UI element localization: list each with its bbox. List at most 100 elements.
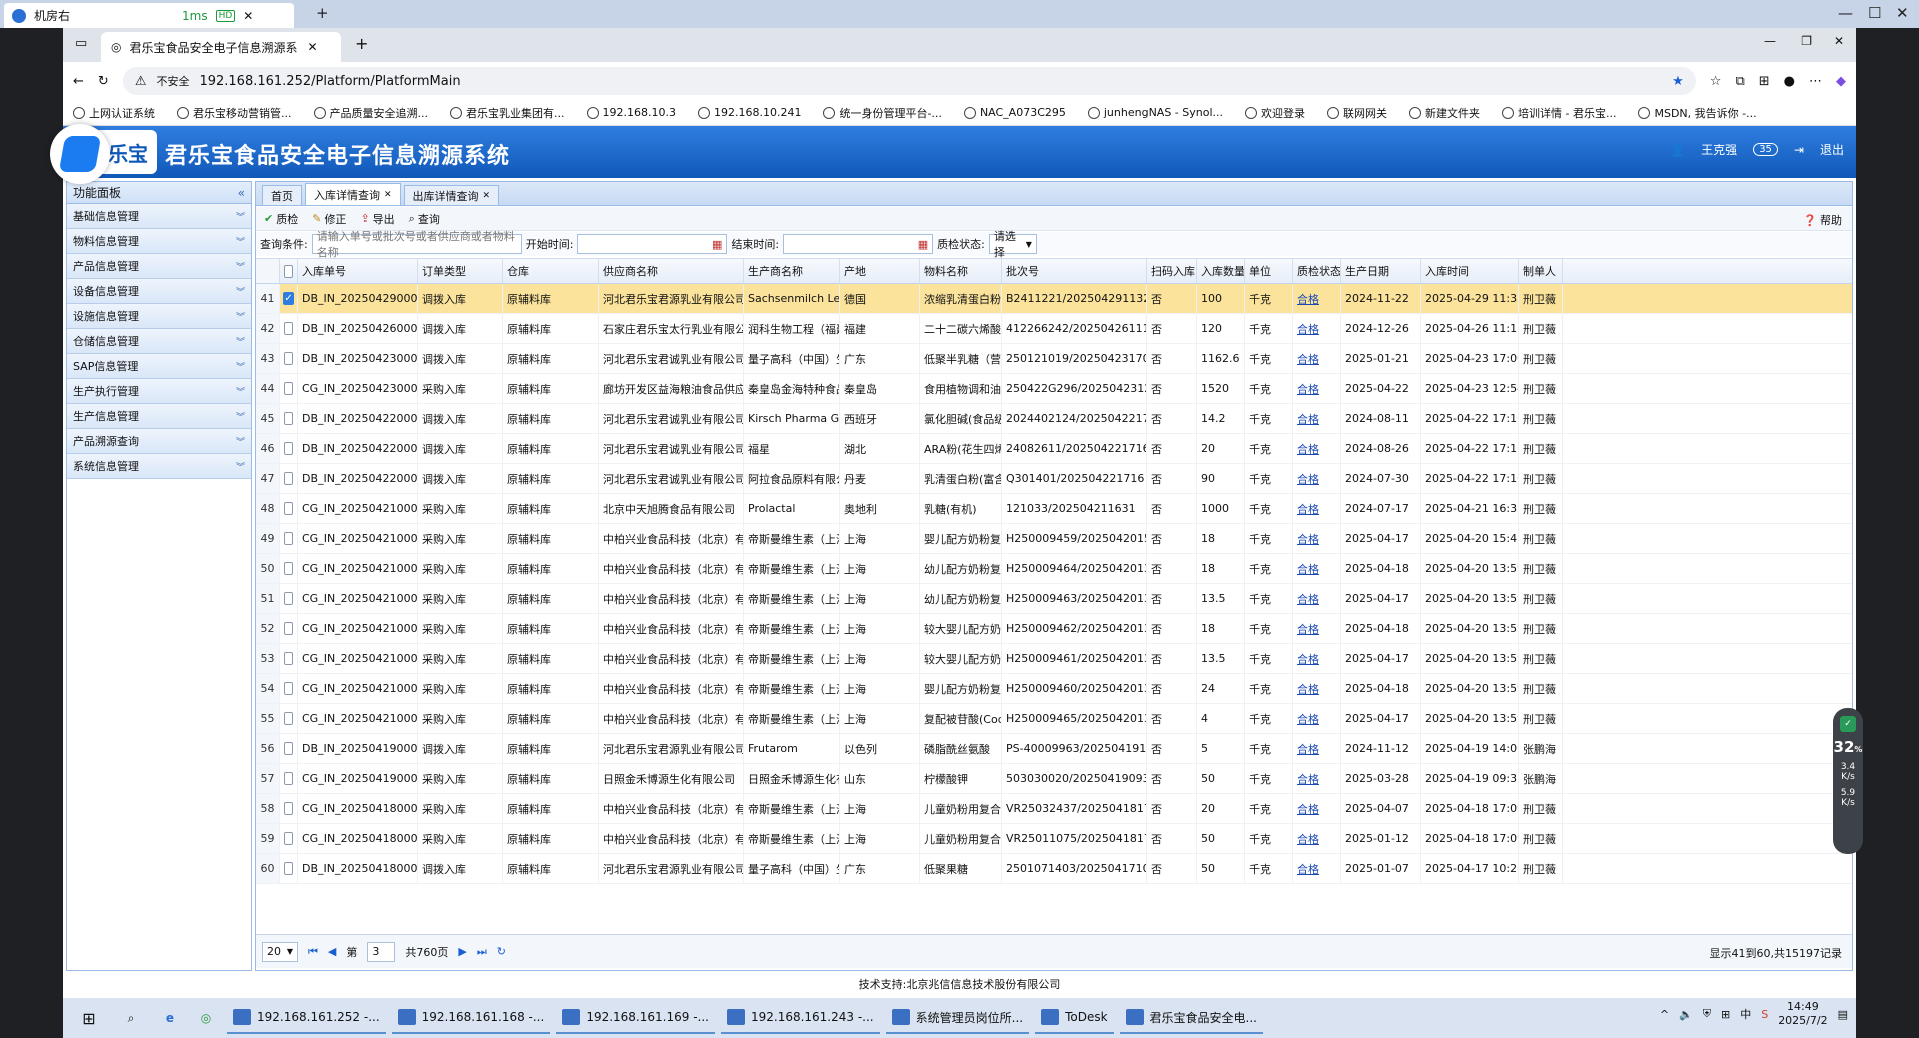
page-tab[interactable]: 首页	[262, 185, 302, 205]
status-select[interactable]: 请选择 ▼	[988, 230, 1037, 259]
table-cell[interactable]: 合格	[1293, 704, 1341, 733]
column-header[interactable]: 入库单号	[298, 259, 418, 283]
row-checkbox[interactable]	[280, 374, 298, 403]
column-header[interactable]: 质检状态	[1293, 259, 1341, 283]
sidebar-item[interactable]: 系统信息管理 ︾	[67, 454, 251, 479]
row-checkbox[interactable]	[280, 734, 298, 763]
row-checkbox[interactable]	[280, 434, 298, 463]
browser-minimize-icon[interactable]: —	[1764, 34, 1776, 48]
prev-page-icon[interactable]: ◀	[328, 945, 336, 958]
row-checkbox[interactable]	[280, 314, 298, 343]
page-size-select[interactable]: 20 ▼	[262, 941, 298, 962]
edit-button[interactable]: ✎ 修正	[312, 211, 346, 227]
help-button[interactable]: ❓ 帮助	[1803, 212, 1842, 228]
bookmark-item[interactable]: MSDN, 我告诉你 -...	[1638, 105, 1757, 121]
last-page-icon[interactable]: ⏭	[477, 945, 487, 959]
sidebar-item[interactable]: 基础信息管理 ︾	[67, 204, 251, 229]
close-session-icon[interactable]: ✕	[243, 9, 253, 23]
column-header[interactable]: 仓库	[503, 259, 599, 283]
row-checkbox[interactable]	[280, 344, 298, 373]
table-cell[interactable]: 合格	[1293, 584, 1341, 613]
check-status-link[interactable]: 合格	[1297, 471, 1319, 487]
logout-button[interactable]: 退出	[1820, 141, 1844, 158]
table-row[interactable]: 46 DB_IN_202504220002 调拨入库 原辅料库 河北君乐宝君诚乳业有限公…	[256, 434, 1852, 464]
back-icon[interactable]: ←	[73, 74, 84, 89]
table-cell[interactable]: 合格	[1293, 854, 1341, 883]
volume-icon[interactable]: 🔈	[1679, 1008, 1693, 1021]
column-header[interactable]: 入库数量	[1197, 259, 1245, 283]
search-icon[interactable]: ⌕	[113, 1011, 149, 1026]
sidebar-item[interactable]: 物料信息管理 ︾	[67, 229, 251, 254]
check-status-link[interactable]: 合格	[1297, 831, 1319, 847]
table-row[interactable]: 54 CG_IN_202504210000 采购入库 原辅料库 中柏兴业食品科技（北京）…	[256, 674, 1852, 704]
taskbar-item[interactable]: 192.168.161.168 -...	[391, 1002, 551, 1034]
logout-icon[interactable]: ⇥	[1794, 143, 1804, 157]
table-cell[interactable]: 合格	[1293, 794, 1341, 823]
row-checkbox[interactable]: ✓	[280, 284, 298, 313]
user-name[interactable]: 王克强	[1701, 141, 1737, 158]
check-status-link[interactable]: 合格	[1297, 411, 1319, 427]
check-status-link[interactable]: 合格	[1297, 531, 1319, 547]
row-checkbox[interactable]	[280, 614, 298, 643]
sidebar-item[interactable]: 产品信息管理 ︾	[67, 254, 251, 279]
table-cell[interactable]: 合格	[1293, 284, 1341, 313]
bookmark-item[interactable]: junhengNAS - Synol...	[1087, 106, 1223, 119]
table-row[interactable]: 52 CG_IN_202504210000 采购入库 原辅料库 中柏兴业食品科技（北京）…	[256, 614, 1852, 644]
row-checkbox[interactable]	[280, 704, 298, 733]
check-status-link[interactable]: 合格	[1297, 321, 1319, 337]
check-status-link[interactable]: 合格	[1297, 711, 1319, 727]
bookmark-item[interactable]: NAC_A073C295	[963, 106, 1066, 119]
sidebar-item[interactable]: 生产执行管理 ︾	[67, 379, 251, 404]
profile-icon[interactable]: ●	[1784, 74, 1795, 89]
table-row[interactable]: 47 DB_IN_202504220002 调拨入库 原辅料库 河北君乐宝君诚乳业有限公…	[256, 464, 1852, 494]
collections-icon[interactable]: ⧉	[1735, 74, 1744, 89]
row-checkbox[interactable]	[280, 524, 298, 553]
row-checkbox[interactable]	[280, 404, 298, 433]
table-row[interactable]: 48 CG_IN_202504210003 采购入库 原辅料库 北京中天旭腾食品有限公司…	[256, 494, 1852, 524]
bookmark-item[interactable]: 君乐宝乳业集团有...	[450, 105, 565, 121]
favorites-icon[interactable]: ☆	[1710, 74, 1722, 89]
check-status-link[interactable]: 合格	[1297, 771, 1319, 787]
row-checkbox[interactable]	[280, 644, 298, 673]
bookmark-item[interactable]: 统一身份管理平台-...	[823, 105, 942, 121]
table-row[interactable]: 56 DB_IN_202504190000 调拨入库 原辅料库 河北君乐宝君源乳业有限公…	[256, 734, 1852, 764]
table-row[interactable]: 50 CG_IN_202504210000 采购入库 原辅料库 中柏兴业食品科技（北京）…	[256, 554, 1852, 584]
table-cell[interactable]: 合格	[1293, 734, 1341, 763]
minimize-icon[interactable]: —	[1838, 4, 1853, 22]
start-time-input[interactable]: ▦	[577, 234, 728, 254]
check-status-link[interactable]: 合格	[1297, 741, 1319, 757]
todesk-float-icon[interactable]	[50, 124, 110, 184]
close-tab-icon[interactable]: ✕	[384, 190, 392, 200]
table-row[interactable]: 51 CG_IN_202504210000 采购入库 原辅料库 中柏兴业食品科技（北京）…	[256, 584, 1852, 614]
table-row[interactable]: 45 DB_IN_202504220002 调拨入库 原辅料库 河北君乐宝君诚乳业有限公…	[256, 404, 1852, 434]
check-status-link[interactable]: 合格	[1297, 621, 1319, 637]
table-row[interactable]: 43 DB_IN_202504230001 调拨入库 原辅料库 河北君乐宝君诚乳业有限公…	[256, 344, 1852, 374]
table-row[interactable]: 57 CG_IN_202504190000 采购入库 原辅料库 日照金禾博源生化有限公司…	[256, 764, 1852, 794]
table-cell[interactable]: 合格	[1293, 764, 1341, 793]
collapse-icon[interactable]: «	[238, 186, 245, 200]
table-cell[interactable]: 合格	[1293, 314, 1341, 343]
bookmark-item[interactable]: 192.168.10.241	[697, 106, 801, 119]
row-checkbox[interactable]	[280, 824, 298, 853]
end-time-input[interactable]: ▦	[783, 234, 934, 254]
bookmark-item[interactable]: 联网网关	[1327, 105, 1387, 121]
table-cell[interactable]: 合格	[1293, 824, 1341, 853]
check-status-link[interactable]: 合格	[1297, 801, 1319, 817]
ie-icon[interactable]: e	[155, 1011, 185, 1025]
next-page-icon[interactable]: ▶	[458, 945, 466, 958]
taskbar-item[interactable]: ToDesk	[1035, 1002, 1114, 1034]
browser-tab-active[interactable]: ◎ 君乐宝食品安全电子信息溯源系 ✕	[101, 32, 341, 62]
browser-close-icon[interactable]: ✕	[1834, 34, 1844, 48]
row-checkbox[interactable]	[280, 794, 298, 823]
row-checkbox[interactable]	[280, 494, 298, 523]
table-row[interactable]: 44 CG_IN_202504230001 采购入库 原辅料库 廊坊开发区益海粮油食品供…	[256, 374, 1852, 404]
select-all-checkbox[interactable]	[280, 259, 298, 283]
check-status-link[interactable]: 合格	[1297, 681, 1319, 697]
taskbar-item[interactable]: 192.168.161.169 -...	[556, 1002, 715, 1034]
row-checkbox[interactable]	[280, 584, 298, 613]
row-checkbox[interactable]	[280, 554, 298, 583]
table-row[interactable]: 53 CG_IN_202504210000 采购入库 原辅料库 中柏兴业食品科技（北京）…	[256, 644, 1852, 674]
ime-indicator[interactable]: 中	[1740, 1006, 1751, 1022]
tray-chevron-icon[interactable]: ^	[1660, 1008, 1669, 1021]
new-session-icon[interactable]: +	[316, 4, 329, 22]
